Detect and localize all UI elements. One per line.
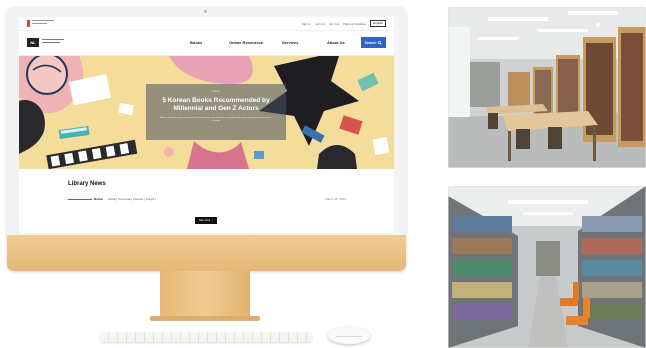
library-stacks-photo <box>448 186 646 348</box>
see-more-button[interactable]: See more › <box>195 217 217 224</box>
hero-banner[interactable]: Issue 5 Korean Books Recommended by Mill… <box>19 56 394 169</box>
hero-subtitle: Actors and artists share a curated list … <box>160 117 272 123</box>
news-list-item[interactable]: Notice Library Temporary Closure ( 6 Apr… <box>68 197 346 203</box>
utility-links: Sign in Join Us Join Us Plans & Invitati… <box>302 20 386 27</box>
news-date: March 15, 2022 <box>325 197 346 201</box>
nav-about-us[interactable]: About Us <box>327 40 345 45</box>
language-select[interactable]: English <box>370 20 386 27</box>
news-category: Notice <box>94 197 104 201</box>
monitor-stand-foot <box>150 316 260 321</box>
sign-in-link[interactable]: Sign in <box>302 22 311 26</box>
hero-feature-card[interactable]: Issue 5 Korean Books Recommended by Mill… <box>146 84 286 140</box>
camera-dot <box>204 10 207 13</box>
search-button-label: Search <box>364 40 377 45</box>
website-screen: Sign in Join Us Join Us Plans & Invitati… <box>19 17 394 233</box>
search-icon <box>378 40 383 45</box>
nav-menu: Books Online Resources Services About Us <box>19 40 394 48</box>
news-title[interactable]: Library Temporary Closure ( 6 April ) <box>108 197 156 201</box>
nav-services[interactable]: Services <box>282 40 298 45</box>
news-accent-line <box>68 199 92 200</box>
main-nav-bar: NL Books Online Resources Services About… <box>19 31 394 56</box>
imac-monitor: Sign in Join Us Join Us Plans & Invitati… <box>7 7 406 271</box>
join-link[interactable]: Join Us <box>315 22 325 26</box>
library-small-logo <box>27 20 54 27</box>
plans-link[interactable]: Plans & Invitation <box>343 22 366 26</box>
arrow-right-icon: › <box>212 219 214 222</box>
see-more-label: See more <box>198 219 211 222</box>
hero-eyebrow: Issue <box>212 90 220 93</box>
mouse <box>328 327 370 344</box>
keyboard <box>100 332 312 342</box>
nav-books[interactable]: Books <box>190 40 202 45</box>
monitor-stand <box>160 271 250 319</box>
search-button[interactable]: Search <box>361 37 386 48</box>
nav-online-resources[interactable]: Online Resources <box>229 40 263 45</box>
monitor-chin <box>7 235 406 271</box>
library-reading-room-photo <box>448 7 646 168</box>
join-link-2[interactable]: Join Us <box>329 22 339 26</box>
hero-title: 5 Korean Books Recommended by Millennial… <box>162 97 270 112</box>
library-news-heading: Library News <box>68 181 106 187</box>
utility-bar: Sign in Join Us Join Us Plans & Invitati… <box>19 17 394 31</box>
